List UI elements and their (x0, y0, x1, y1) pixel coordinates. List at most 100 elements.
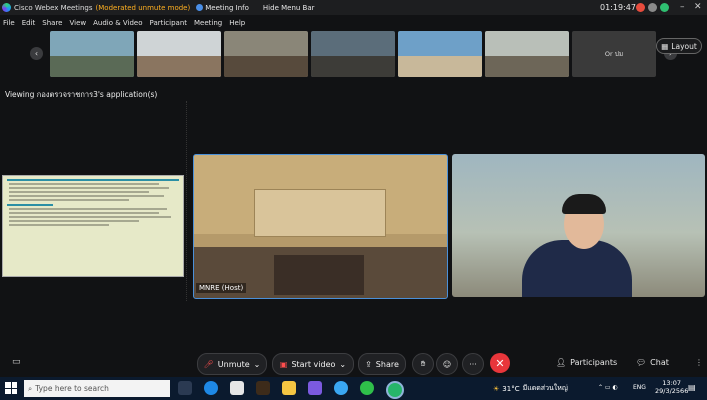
participant-body (522, 240, 632, 297)
document-heading (7, 179, 179, 181)
scroll-left-button[interactable]: ‹ (30, 47, 43, 60)
document-line (9, 220, 139, 222)
captions-icon[interactable]: ▭ (12, 357, 21, 367)
participant-thumbnail[interactable] (398, 31, 482, 77)
hand-icon: ✋︎ (420, 359, 426, 368)
menu-file[interactable]: File (3, 19, 15, 27)
menu-share[interactable]: Share (42, 19, 62, 27)
tray-icons[interactable]: ⌃ ▭ ◐ (598, 384, 618, 391)
unmute-label: Unmute (217, 359, 250, 369)
windows-start-icon[interactable] (5, 382, 17, 394)
sun-icon: ☀ (493, 384, 500, 393)
chevron-left-icon: ‹ (34, 49, 39, 58)
raise-hand-button[interactable]: ✋︎ (412, 353, 434, 375)
menu-view[interactable]: View (69, 19, 86, 27)
search-placeholder: Type here to search (35, 384, 109, 393)
participant-thumbnail[interactable] (50, 31, 134, 77)
menu-participant[interactable]: Participant (150, 19, 187, 27)
document-line (9, 195, 164, 197)
document-line (9, 216, 171, 218)
participant-thumbnail[interactable] (224, 31, 308, 77)
meeting-timer: 01:19:47 (600, 3, 636, 12)
participants-icon: 👤︎ (556, 358, 567, 367)
line-icon[interactable] (360, 381, 374, 395)
notification-icon[interactable]: ▤ (688, 383, 696, 392)
share-label: Share (375, 359, 399, 369)
participant-thumbnail[interactable] (137, 31, 221, 77)
file-explorer-icon[interactable] (282, 381, 296, 395)
document-line (9, 224, 109, 226)
menu-help[interactable]: Help (229, 19, 245, 27)
hide-menu-bar-button[interactable]: Hide Menu Bar (263, 4, 315, 12)
video-wall-emblem (254, 189, 386, 237)
app-icon[interactable] (334, 381, 348, 395)
menu-audio-video[interactable]: Audio & Video (93, 19, 142, 27)
document-line (9, 191, 149, 193)
menu-bar: File Edit Share View Audio & Video Parti… (0, 16, 249, 29)
video-tile-participant[interactable] (452, 154, 705, 297)
menu-edit[interactable]: Edit (22, 19, 36, 27)
video-tile-host[interactable] (193, 154, 448, 299)
document-line (9, 187, 169, 189)
more-icon: ··· (469, 359, 477, 369)
meeting-info-label: Meeting Info (205, 3, 249, 12)
taskbar-clock[interactable]: 13:07 29/3/2566 (655, 379, 688, 395)
moderated-mode-label: (Moderated unmute mode) (95, 3, 191, 12)
store-icon[interactable] (230, 381, 244, 395)
participant-thumbnail-no-video[interactable]: Or ปม (572, 31, 656, 77)
smiley-icon: ☺ (442, 359, 452, 369)
webex-taskbar-icon[interactable] (386, 381, 404, 399)
chat-button[interactable]: 💬︎ Chat (636, 358, 669, 367)
app-icon[interactable] (308, 381, 322, 395)
more-panels-icon[interactable]: ⋮ (695, 358, 703, 367)
document-line (9, 208, 167, 210)
start-video-button[interactable]: ▣ Start video ⌄ (272, 353, 354, 375)
more-options-button[interactable]: ··· (462, 353, 484, 375)
unmute-button[interactable]: 🎤︎ Unmute ⌄ (197, 353, 267, 375)
minimize-icon[interactable]: – (680, 2, 685, 12)
layout-button[interactable]: ▦ Layout (656, 38, 702, 54)
participant-name: Or ปม (604, 50, 624, 58)
chat-label: Chat (650, 358, 669, 367)
participants-button[interactable]: 👤︎ Participants (556, 358, 617, 367)
chat-icon: 💬︎ (636, 358, 647, 367)
close-icon: ✕ (495, 356, 505, 370)
title-bar: Cisco Webex Meetings (Moderated unmute m… (0, 0, 707, 15)
start-video-label: Start video (291, 359, 336, 369)
app-icon[interactable] (256, 381, 270, 395)
menu-meeting[interactable]: Meeting (194, 19, 222, 27)
video-floor (274, 255, 364, 295)
taskbar-search-input[interactable]: ⌕ Type here to search (24, 380, 170, 397)
close-icon[interactable]: ✕ (694, 2, 702, 12)
chevron-down-icon: ⌄ (339, 359, 347, 369)
end-meeting-button[interactable]: ✕ (490, 353, 510, 373)
weather-text: มีแดดส่วนใหญ่ (522, 384, 568, 392)
host-name-label: MNRE (Host) (196, 283, 247, 293)
participant-thumbnail[interactable] (311, 31, 395, 77)
meeting-info-button[interactable]: Meeting Info (196, 4, 249, 12)
participants-label: Participants (570, 358, 618, 367)
app-name: Cisco Webex Meetings (14, 3, 93, 12)
share-button[interactable]: ⇪ Share (358, 353, 406, 375)
participant-thumbnail[interactable] (485, 31, 569, 77)
search-icon: ⌕ (28, 383, 33, 393)
weather-widget[interactable]: ☀ 31°C มีแดดส่วนใหญ่ (493, 383, 568, 394)
info-icon (196, 4, 204, 11)
reactions-button[interactable]: ☺ (436, 353, 458, 375)
webex-logo-icon (2, 3, 11, 12)
avatar[interactable] (648, 3, 657, 12)
participant-hair (562, 194, 606, 214)
share-icon: ⇪ (365, 359, 372, 369)
language-indicator[interactable]: ENG (633, 384, 646, 391)
recording-icon[interactable] (636, 3, 645, 12)
document-line (9, 199, 129, 201)
mic-muted-icon: 🎤︎ (203, 359, 214, 369)
edge-icon[interactable] (204, 381, 218, 395)
chevron-down-icon: ⌄ (253, 359, 261, 369)
document-line (9, 183, 159, 185)
viewing-share-label: Viewing กองตรวจราชการ3's application(s) (5, 90, 158, 99)
connection-icon[interactable] (660, 3, 669, 12)
task-view-icon[interactable] (178, 381, 192, 395)
clock-date: 29/3/2566 (655, 387, 689, 395)
shared-document (2, 175, 184, 277)
